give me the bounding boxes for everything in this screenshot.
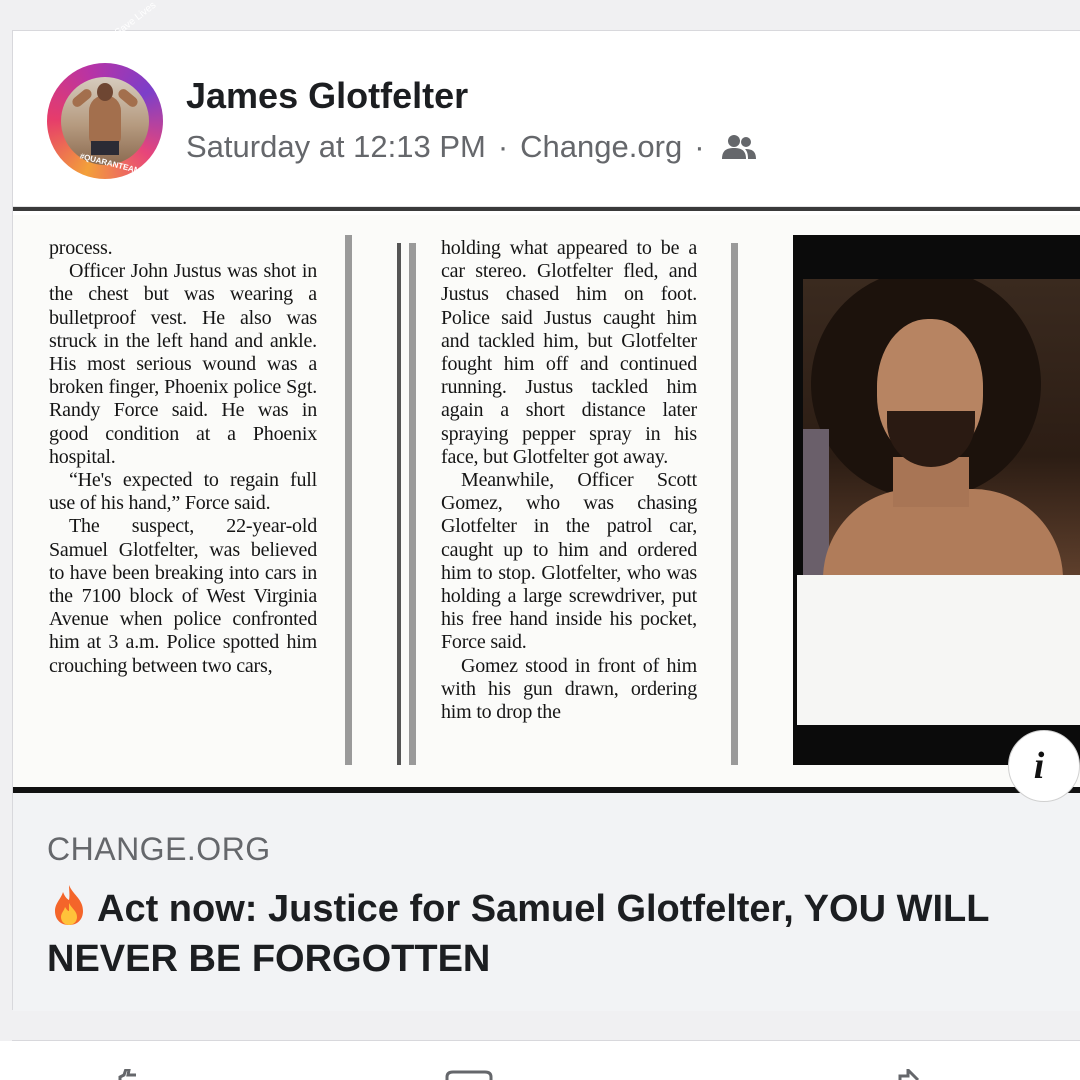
link-domain: CHANGE.ORG: [47, 831, 271, 867]
link-title-text: Act now: Justice for Samuel Glotfelter, …: [47, 888, 989, 980]
clipping-paragraph: process.: [49, 237, 113, 259]
post-meta: Saturday at 12:13 PM · Change.org ·: [186, 129, 757, 165]
author-avatar[interactable]: Stay Home ✿ Save Lives #QUARANTEAM: [47, 0, 163, 179]
like-icon[interactable]: [116, 1069, 138, 1080]
column-rule: [409, 243, 416, 765]
column-rule: [345, 235, 352, 765]
share-icon[interactable]: [894, 1069, 920, 1080]
clipping-column-1: process. Officer John Justus was shot in…: [49, 237, 317, 678]
clipping-paragraph: Meanwhile, Officer Scott Gomez, who was …: [441, 469, 697, 654]
post-card: Stay Home ✿ Save Lives #QUARANTEAM James…: [12, 0, 1080, 1011]
portrait-caption-area: [797, 575, 1080, 725]
clipping-paragraph: The suspect, 22-year-old Samuel Glotfelt…: [49, 515, 317, 677]
meta-separator: ·: [694, 129, 705, 164]
column-rule: [731, 243, 738, 765]
clipping-paragraph: holding what appeared to be a car stereo…: [441, 237, 697, 468]
meta-separator: ·: [497, 129, 509, 164]
post-timestamp[interactable]: Saturday at 12:13 PM: [186, 129, 486, 165]
action-bar: [0, 1041, 1080, 1080]
fire-icon: [55, 885, 83, 925]
avatar-photo: [61, 77, 149, 165]
clipping-paragraph: “He's expected to regain full use of his…: [49, 469, 317, 515]
link-preview[interactable]: CHANGE.ORG Act now: Justice for Samuel G…: [13, 787, 1080, 1011]
shared-image[interactable]: process. Officer John Justus was shot in…: [13, 207, 1080, 787]
post-source[interactable]: Change.org: [520, 129, 682, 165]
info-button[interactable]: i: [1008, 730, 1080, 802]
clipping-paragraph: Gomez stood in front of him with his gun…: [441, 654, 697, 724]
column-rule: [397, 243, 401, 765]
friends-icon[interactable]: [721, 133, 757, 161]
top-strip: [0, 0, 1080, 30]
portrait-photo: [803, 279, 1080, 575]
clipping-column-2: holding what appeared to be a car stereo…: [441, 237, 697, 724]
comment-icon[interactable]: [444, 1069, 494, 1080]
clipping-top-edge: [13, 207, 1080, 215]
clipping-paragraph: Officer John Justus was shot in the ches…: [49, 260, 317, 468]
portrait-photo-frame: [793, 235, 1080, 765]
link-title[interactable]: Act now: Justice for Samuel Glotfelter, …: [47, 883, 1057, 984]
post-header: Stay Home ✿ Save Lives #QUARANTEAM James…: [13, 0, 1080, 207]
author-name[interactable]: James Glotfelter: [186, 75, 468, 117]
